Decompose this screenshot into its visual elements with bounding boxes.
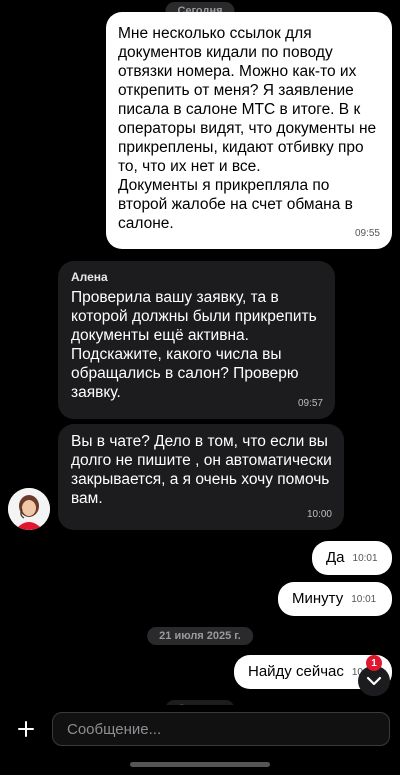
message-text: Минуту xyxy=(292,590,344,607)
message-outgoing[interactable]: Мне несколько ссылок для документов кида… xyxy=(106,12,392,249)
message-text: Проверила вашу заявку, та в которой долж… xyxy=(71,289,321,401)
message-text: Найду сейчас xyxy=(248,663,344,680)
plus-icon xyxy=(18,721,34,737)
operator-avatar[interactable] xyxy=(8,488,50,530)
unread-badge: 1 xyxy=(366,655,382,671)
home-indicator xyxy=(130,762,270,767)
message-outgoing[interactable]: Да 10:01 xyxy=(312,541,392,575)
message-outgoing[interactable]: Минуту 10:01 xyxy=(278,582,392,616)
chevron-down-icon xyxy=(366,676,382,686)
message-time: 10:01 xyxy=(352,552,378,564)
attach-button[interactable] xyxy=(10,713,42,745)
message-text: Мне несколько ссылок для документов кида… xyxy=(118,25,377,232)
message-composer xyxy=(0,705,400,753)
sender-name: Алена xyxy=(71,270,108,284)
date-separator-july: 21 июля 2025 г. xyxy=(147,627,253,645)
message-text: Вы в чате? Дело в том, что если вы долго… xyxy=(71,433,337,507)
message-time: 10:01 xyxy=(351,593,377,605)
message-input[interactable] xyxy=(52,712,390,746)
message-time: 09:57 xyxy=(297,398,323,409)
message-incoming[interactable]: Вы в чате? Дело в том, что если вы долго… xyxy=(58,424,344,530)
message-time: 09:55 xyxy=(354,228,380,239)
avatar-image xyxy=(8,488,50,530)
message-time: 10:00 xyxy=(306,509,332,520)
message-text: Да xyxy=(326,549,345,566)
message-incoming[interactable]: Алена Проверила вашу заявку, та в которо… xyxy=(58,261,335,419)
